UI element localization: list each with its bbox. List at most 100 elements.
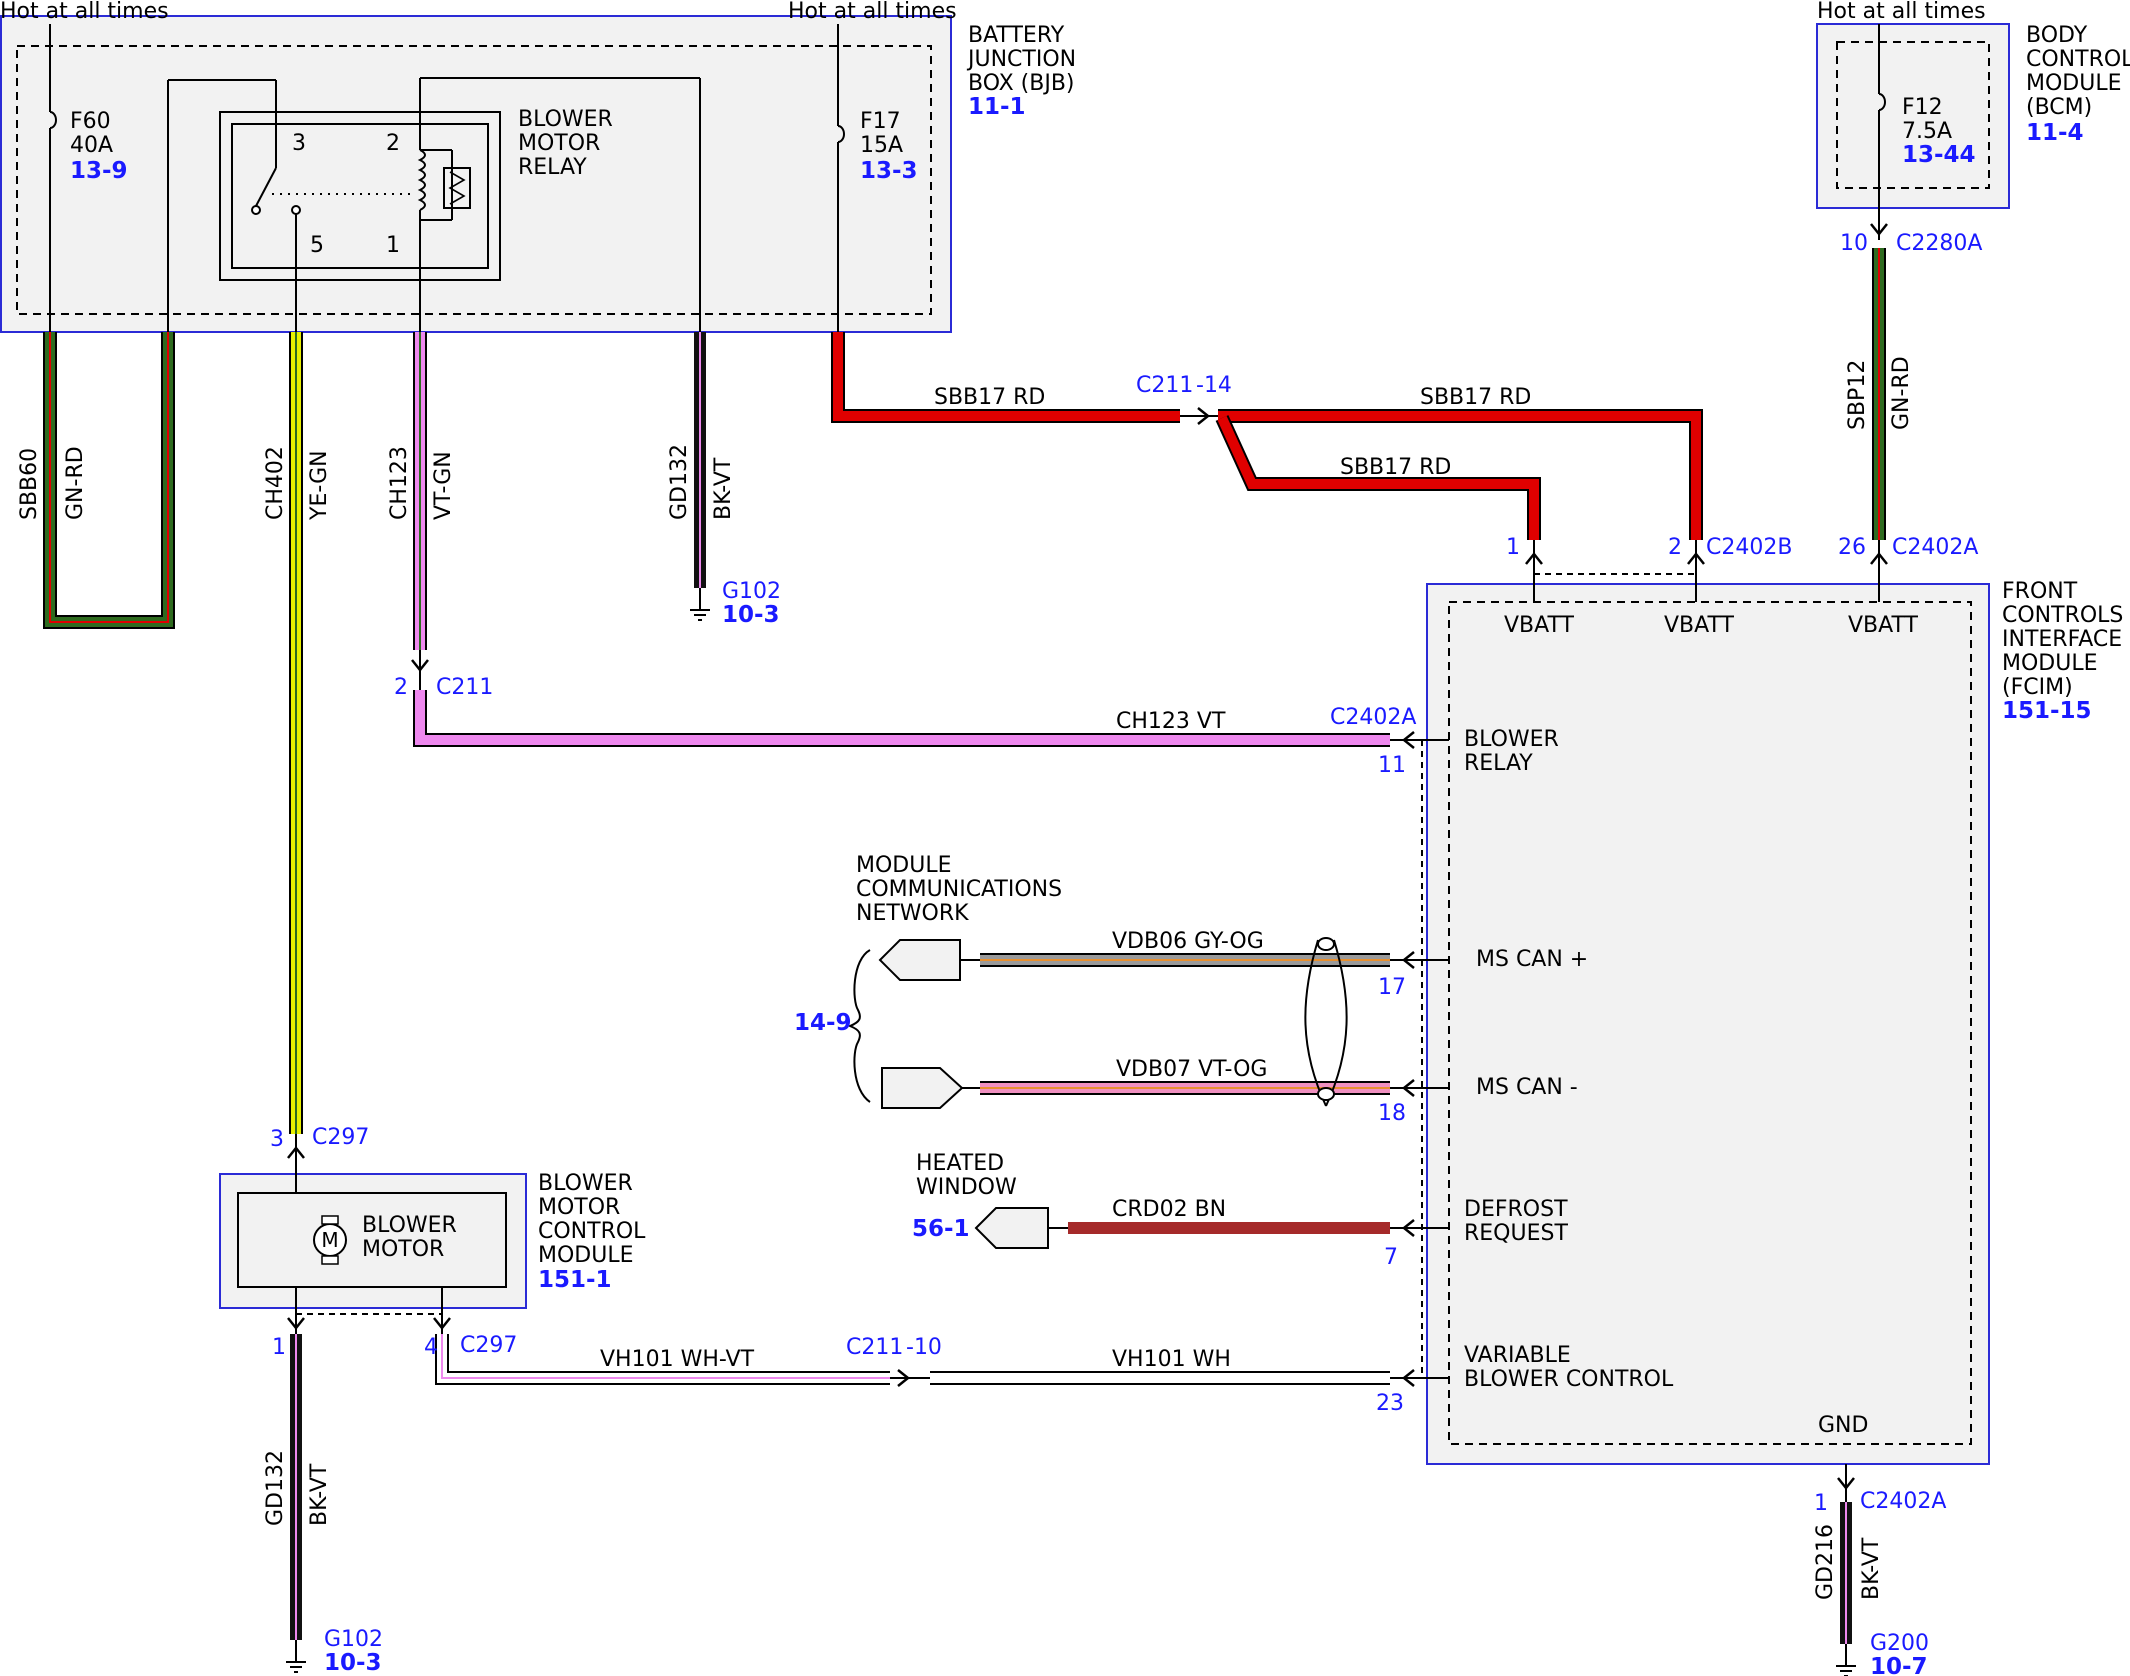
mcn-label-3: NETWORK: [856, 901, 969, 926]
f60-ref[interactable]: 13-9: [70, 158, 128, 184]
fcim-title-5: (FCIM): [2002, 675, 2073, 700]
bjb-ref[interactable]: 11-1: [968, 94, 1026, 120]
gd132-code: GD132: [667, 444, 692, 520]
sbb17-label-c: SBB17 RD: [1340, 455, 1451, 480]
vh101-wh-label: VH101 WH: [1112, 1347, 1231, 1372]
c2402a-gnd-pin: 1: [1814, 1491, 1828, 1516]
c297-bot-pin1: 1: [272, 1335, 286, 1360]
gd132b-code: GD132: [263, 1450, 288, 1526]
relay-pin-5: 5: [310, 233, 324, 258]
vh101-whvt-label: VH101 WH-VT: [600, 1347, 755, 1372]
f60-name: F60: [70, 109, 111, 134]
c2402a-top-name: C2402A: [1892, 535, 1978, 560]
vdb06-label: VDB06 GY-OG: [1112, 929, 1264, 954]
g102-top-ref[interactable]: 10-3: [722, 602, 780, 628]
ch123-code: CH123: [387, 446, 412, 520]
c2402b-pin-2: 2: [1668, 535, 1682, 560]
ch123-vt-label: CH123 VT: [1116, 709, 1226, 734]
bcm-title-3: MODULE: [2026, 71, 2122, 96]
mcn-brace: [847, 949, 871, 1103]
heated-window-label-2: WINDOW: [916, 1175, 1017, 1200]
bmcm-title-1: BLOWER: [538, 1171, 633, 1196]
relay-title-1: BLOWER: [518, 107, 613, 132]
fcim-title-3: INTERFACE: [2002, 627, 2122, 652]
g200-name: G200: [1870, 1631, 1929, 1656]
vbc-label-1: VARIABLE: [1464, 1343, 1571, 1368]
relay-title-3: RELAY: [518, 155, 587, 180]
vdb07-label: VDB07 VT-OG: [1116, 1057, 1267, 1082]
gd216-color: BK-VT: [1859, 1537, 1884, 1600]
wire-sbb17: [831, 332, 1703, 540]
c2402a-top-pin: 26: [1838, 535, 1866, 560]
f17-ref[interactable]: 13-3: [860, 158, 918, 184]
mcn-plug-top: [878, 939, 980, 981]
bjb-title-2: JUNCTION: [966, 47, 1076, 72]
sbb17-label-a: SBB17 RD: [934, 385, 1045, 410]
pin-17: 17: [1378, 975, 1406, 1000]
gd132b-color: BK-VT: [307, 1463, 332, 1526]
mcn-label-2: COMMUNICATIONS: [856, 877, 1062, 902]
bcm-title-1: BODY: [2026, 23, 2088, 48]
g200-ref[interactable]: 10-7: [1870, 1654, 1928, 1676]
sbb60-code: SBB60: [17, 448, 42, 520]
c211-10-name: C211: [846, 1335, 903, 1360]
mcn-plug-bottom: [881, 1067, 980, 1109]
gd132-color: BK-VT: [711, 457, 736, 520]
fcim-title-4: MODULE: [2002, 651, 2098, 676]
c2280a-pin: 10: [1840, 231, 1868, 256]
bmcm-ref[interactable]: 151-1: [538, 1267, 612, 1293]
heated-window-ref[interactable]: 56-1: [912, 1216, 970, 1242]
g102-bottom-ref[interactable]: 10-3: [324, 1650, 382, 1676]
ms-can-minus-label: MS CAN -: [1476, 1075, 1578, 1100]
wire-ch123-vt: [413, 690, 1390, 747]
mcn-ref[interactable]: 14-9: [794, 1010, 852, 1036]
bmcm-title-3: CONTROL: [538, 1219, 646, 1244]
c2402a-11-name: C2402A: [1330, 705, 1416, 730]
defrost-label-2: REQUEST: [1464, 1221, 1568, 1246]
svg-text:M: M: [321, 1228, 338, 1252]
g102-top-name: G102: [722, 579, 781, 604]
heated-window-label-1: HEATED: [916, 1151, 1004, 1176]
relay-title-2: MOTOR: [518, 131, 600, 156]
c211-2-name: C211: [436, 675, 493, 700]
wire-gd132-bottom: [285, 1334, 307, 1673]
c297-bot-pin4: 4: [424, 1335, 438, 1360]
pin-23: 23: [1376, 1391, 1404, 1416]
sbb17-label-b: SBB17 RD: [1420, 385, 1531, 410]
bcm-ref[interactable]: 11-4: [2026, 120, 2084, 146]
front-controls-interface-module: [1426, 583, 1990, 1465]
bcm-title-4: (BCM): [2026, 95, 2092, 120]
bjb-title-3: BOX (BJB): [968, 71, 1075, 96]
c211-14-name: C211: [1136, 373, 1193, 398]
defrost-label-1: DEFROST: [1464, 1197, 1568, 1222]
sbb60-color: GN-RD: [63, 446, 88, 520]
heated-window-plug: [974, 1207, 1049, 1249]
wire-gd132-top: [689, 332, 711, 621]
c2402a-11-pin: 11: [1378, 753, 1406, 778]
hot-label-f17: Hot at all times: [788, 0, 957, 24]
wire-gd216: [1835, 1464, 1857, 1676]
f12-amp: 7.5A: [1902, 119, 1952, 144]
hot-label-f60: Hot at all times: [0, 0, 169, 24]
motor-label-1: BLOWER: [362, 1213, 457, 1238]
fcim-title-1: FRONT: [2002, 579, 2078, 604]
crd02-label: CRD02 BN: [1112, 1197, 1226, 1222]
bmcm-title-2: MOTOR: [538, 1195, 620, 1220]
c211-2-pin: 2: [394, 675, 408, 700]
f17-amp: 15A: [860, 133, 903, 158]
ch123-color: VT-GN: [431, 451, 456, 520]
f12-ref[interactable]: 13-44: [1902, 142, 1976, 168]
hot-label-f12: Hot at all times: [1817, 0, 1986, 24]
gd216-code: GD216: [1813, 1524, 1838, 1600]
pin-18: 18: [1378, 1101, 1406, 1126]
c2280a-name: C2280A: [1896, 231, 1982, 256]
c2402b-name: C2402B: [1706, 535, 1792, 560]
fcim-title-2: CONTROLS: [2002, 603, 2123, 628]
battery-junction-box: [0, 15, 952, 333]
c211-14-pin: -14: [1196, 373, 1232, 398]
fcim-ref[interactable]: 151-15: [2002, 698, 2092, 724]
c2402b-pin-1: 1: [1506, 535, 1520, 560]
c297-top-pin: 3: [270, 1127, 284, 1152]
sbp12-color: GN-RD: [1889, 356, 1914, 430]
sbp12-code: SBP12: [1845, 360, 1870, 430]
